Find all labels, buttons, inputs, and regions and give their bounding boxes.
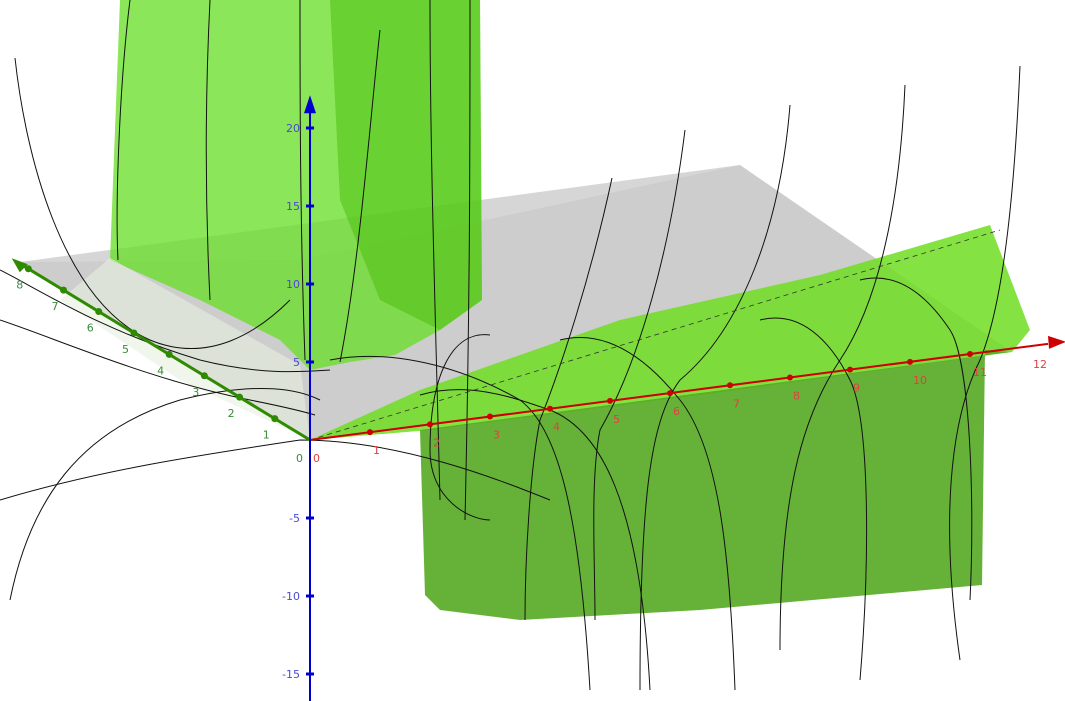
z-tick-label: 5 [293, 356, 300, 369]
z-tick-label: 20 [286, 122, 300, 135]
x-tick-label: 8 [793, 389, 800, 402]
graph-3d-view[interactable]: 0 1 2 3 4 5 6 7 8 9 10 11 12 1 2 3 4 5 6 7 8 -15 -10 -5 5 10 15 20 0 [0, 0, 1065, 701]
x-tick-mark [367, 429, 373, 436]
x-tick-label: 1 [373, 444, 380, 457]
y-tick-label: 7 [52, 300, 59, 313]
x-tick-mark [847, 366, 853, 373]
y-tick-label: 5 [122, 343, 129, 356]
y-tick-mark [130, 329, 138, 337]
z-tick-label: -10 [282, 590, 300, 603]
origin-label: 0 [296, 452, 303, 465]
x-tick-label: 4 [553, 421, 560, 434]
x-tick-label: 2 [433, 436, 440, 449]
x-tick-mark [427, 421, 433, 428]
x-tick-label: 0 [313, 452, 320, 465]
x-tick-mark [907, 358, 913, 365]
y-tick-label: 3 [192, 386, 199, 399]
y-tick-mark [24, 265, 32, 273]
x-tick-mark [727, 382, 733, 389]
x-tick-label: 9 [853, 382, 860, 395]
z-tick-label: 10 [286, 278, 300, 291]
x-tick-mark [547, 405, 553, 412]
x-tick-label: 11 [973, 366, 987, 379]
y-tick-mark [236, 393, 244, 401]
y-tick-mark [165, 350, 173, 358]
x-tick-mark [487, 413, 493, 420]
y-tick-mark [60, 286, 68, 294]
y-tick-label: 1 [263, 429, 270, 442]
z-tick-label: -5 [289, 512, 300, 525]
z-tick-label: -15 [282, 668, 300, 681]
x-tick-label: 10 [913, 374, 927, 387]
x-tick-label: 6 [673, 405, 680, 418]
x-tick-mark [787, 374, 793, 381]
x-tick-label: 12 [1033, 358, 1047, 371]
x-tick-label: 3 [493, 429, 500, 442]
y-tick-label: 4 [157, 364, 164, 377]
x-axis-arrow [1048, 335, 1065, 349]
y-tick-mark [271, 415, 279, 423]
x-tick-label: 7 [733, 397, 740, 410]
y-tick-label: 2 [228, 407, 235, 420]
plot-canvas[interactable]: 012345678910111212345678-15-10-551015200 [0, 0, 1065, 701]
x-tick-mark [607, 397, 613, 404]
y-tick-mark [200, 372, 208, 380]
x-tick-label: 5 [613, 413, 620, 426]
z-tick-label: 15 [286, 200, 300, 213]
y-tick-label: 6 [87, 322, 94, 335]
x-tick-mark [967, 351, 973, 357]
x-tick-mark [667, 390, 673, 397]
y-tick-mark [95, 308, 103, 316]
y-tick-label: 8 [16, 279, 23, 292]
